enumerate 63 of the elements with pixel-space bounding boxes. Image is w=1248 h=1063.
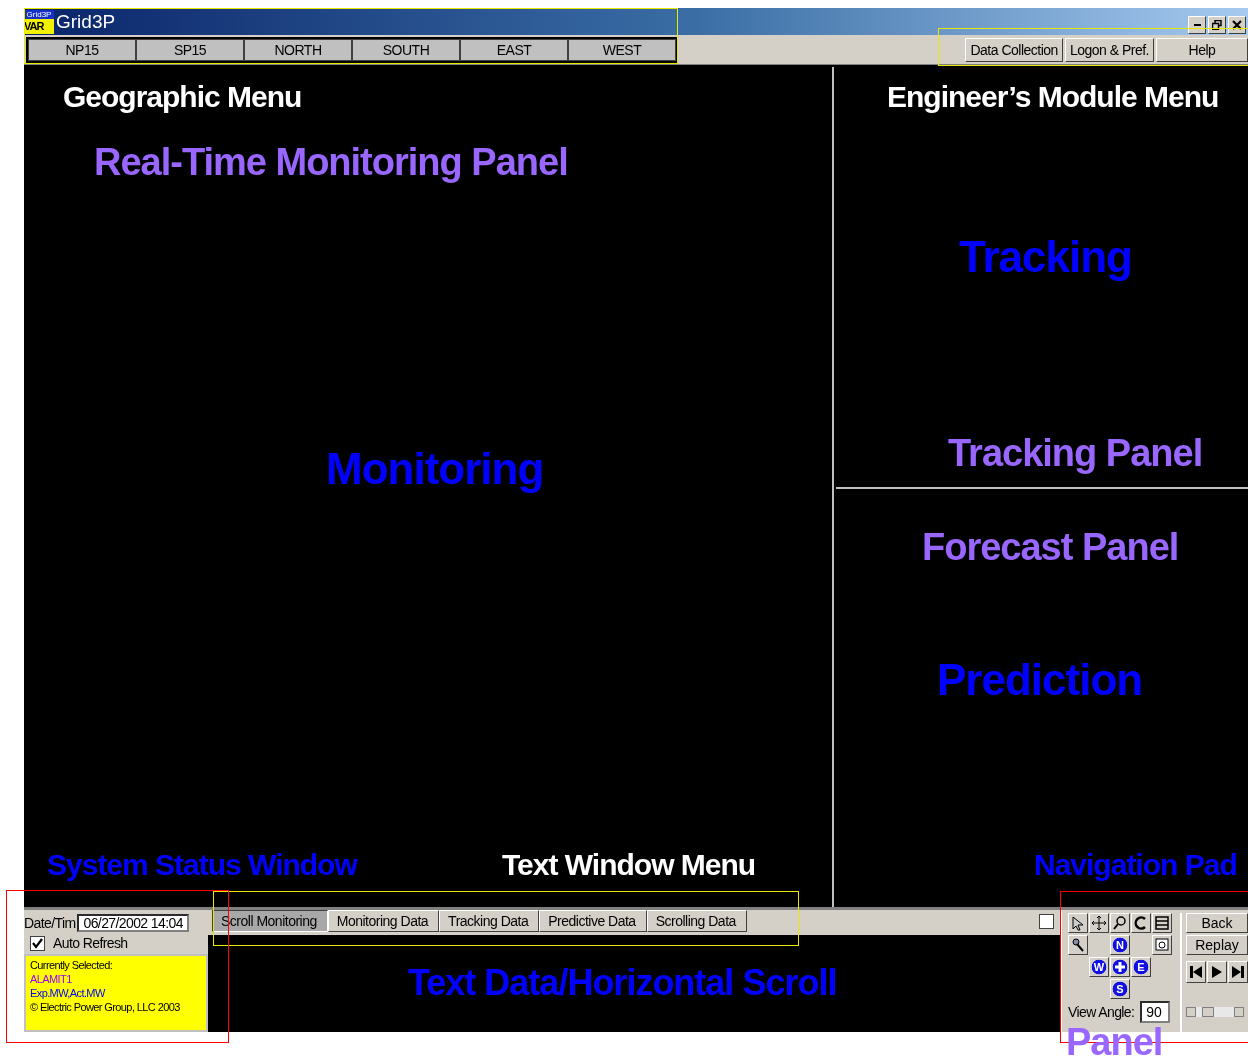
menu-button[interactable]: Data Collection — [965, 37, 1063, 62]
skip-back-button[interactable] — [1186, 961, 1206, 983]
annotation-label: Geographic Menu — [63, 80, 302, 113]
compass-button[interactable]: W — [1089, 957, 1109, 977]
region-button[interactable]: NP15 — [28, 38, 136, 61]
skip-forward-icon — [1231, 965, 1245, 979]
play-button[interactable] — [1207, 961, 1227, 983]
selected-fields: Exp.MW,Act.MW — [30, 987, 202, 999]
zoom-tool-button[interactable] — [1110, 913, 1130, 933]
text-tab[interactable]: Monitoring Data — [327, 910, 440, 932]
menu-button[interactable]: Help — [1156, 37, 1248, 62]
annotation-label: Engineer’s Module Menu — [887, 80, 1219, 113]
minimize-icon — [1193, 24, 1201, 26]
annotation-label: Tracking — [959, 233, 1132, 282]
window-tool-button[interactable] — [1152, 913, 1172, 933]
annotation-label: Navigation Pad — [1034, 848, 1237, 881]
window-icon — [1154, 915, 1170, 931]
region-button[interactable]: SP15 — [136, 38, 244, 61]
region-button[interactable]: EAST — [460, 38, 568, 61]
annotation-label: Text Window Menu — [502, 848, 756, 881]
view-angle-label: View Angle: — [1068, 1004, 1135, 1020]
region-button[interactable]: SOUTH — [352, 38, 460, 61]
nav-button[interactable]: Back — [1186, 913, 1248, 933]
checkbox[interactable] — [1039, 914, 1054, 929]
annotation-label: System Status Window — [47, 848, 357, 881]
skip-back-icon — [1189, 965, 1203, 979]
annotation-label: Text Data/Horizontal Scroll — [408, 963, 837, 1003]
refresh-tool-button[interactable] — [1131, 913, 1151, 933]
text-tab[interactable]: Tracking Data — [439, 910, 540, 932]
text-tab[interactable]: Predictive Data — [539, 910, 647, 932]
annotation-label: Real-Time Monitoring Panel — [94, 142, 568, 184]
annotation-label: Prediction — [937, 656, 1143, 705]
text-tab[interactable]: Scrolling Data — [646, 910, 747, 932]
check-icon — [32, 937, 43, 949]
selected-item: ALAMIT1 — [30, 973, 73, 985]
region-button[interactable]: NORTH — [244, 38, 352, 61]
selection-heading: Currently Selected: — [30, 959, 114, 971]
compass-button[interactable]: E — [1131, 957, 1151, 977]
date-label: Date/Tim — [24, 915, 76, 931]
restore-icon — [1212, 20, 1222, 30]
search-icon — [1112, 915, 1128, 931]
copyright-text: © Electric Power Group, LLC 2003 — [30, 1001, 181, 1013]
region-button[interactable]: WEST — [568, 38, 676, 61]
menu-button[interactable]: Logon & Pref. — [1064, 37, 1154, 62]
center-button[interactable] — [1110, 957, 1130, 977]
annotation-label: Forecast Panel — [922, 527, 1179, 569]
app-logo: Grid3P VAR — [24, 9, 54, 34]
horizontal-scrollbar[interactable] — [1186, 1007, 1244, 1017]
auto-refresh-label: Auto Refresh — [53, 935, 128, 951]
move-icon — [1091, 915, 1107, 931]
play-icon — [1210, 965, 1224, 979]
auto-refresh-checkbox[interactable] — [30, 935, 45, 951]
annotation-label: Monitoring — [326, 445, 544, 494]
nav-button[interactable]: Replay — [1186, 935, 1248, 955]
close-icon — [1232, 20, 1242, 30]
compass-button[interactable]: N — [1110, 935, 1130, 955]
window-title: Grid3P — [56, 10, 116, 33]
annotation-label: Tracking Panel — [948, 433, 1203, 475]
pan-tool-button[interactable] — [1089, 913, 1109, 933]
skip-forward-button[interactable] — [1228, 961, 1248, 983]
plus-icon — [1114, 961, 1126, 973]
compass-button[interactable]: S — [1110, 979, 1130, 999]
view-angle-field[interactable]: 90 — [1140, 1001, 1171, 1023]
